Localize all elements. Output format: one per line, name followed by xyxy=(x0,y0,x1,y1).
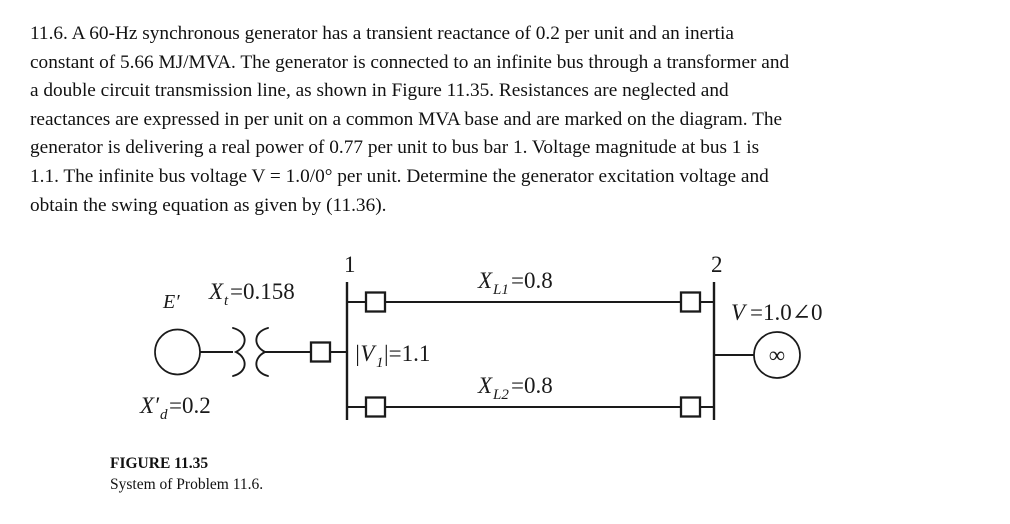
bus-1-number: 1 xyxy=(344,252,356,277)
circuit-breaker-line1-bus2[interactable] xyxy=(679,291,702,313)
label-generator-emf: E′ xyxy=(162,291,180,313)
problem-line: a double circuit transmission line, as s… xyxy=(30,80,729,102)
circuit-breaker-line2-bus1[interactable] xyxy=(364,396,387,418)
label-line2-reactance: X L2 =0.8 xyxy=(477,373,553,403)
infinity-glyph: ∞ xyxy=(769,343,785,368)
transformer-winding-left xyxy=(232,327,246,377)
problem-line: 11.6. A 60-Hz synchronous generator has … xyxy=(30,23,734,44)
label-transformer-reactance: X t =0.158 xyxy=(208,279,295,309)
problem-line: 1.1. The infinite bus voltage V = 1.0/0°… xyxy=(30,165,769,187)
one-line-diagram: ∞ E′ X t =0.158 X′ d =0.2 1 2 |V 1 |=1.1… xyxy=(0,236,1010,452)
label-generator-reactance: X′ d =0.2 xyxy=(139,393,211,423)
label-bus1-voltage: |V 1 |=1.1 xyxy=(354,341,430,371)
figure-caption: FIGURE 11.35 System of Problem 11.6. xyxy=(110,453,263,495)
label-infinite-bus-voltage-symbol: V xyxy=(731,300,748,325)
bus-2-number: 2 xyxy=(711,252,723,277)
label-infinite-bus-voltage: V =1.0∠0 xyxy=(731,300,823,325)
generator-symbol xyxy=(154,328,201,376)
label-generator-reactance-subscript: d xyxy=(160,407,168,423)
problem-line: constant of 5.66 MJ/MVA. The generator i… xyxy=(30,51,790,73)
label-bus1-voltage-subscript: 1 xyxy=(376,355,384,371)
label-bus1-voltage-symbol: |V xyxy=(354,341,377,366)
label-line2-reactance-subscript: L2 xyxy=(492,387,509,403)
label-line1-reactance-symbol: X xyxy=(477,268,493,293)
label-transformer-reactance-subscript: t xyxy=(224,293,229,309)
circuit-breaker-line1-bus1[interactable] xyxy=(364,291,387,313)
label-bus1-voltage-value: |=1.1 xyxy=(384,341,430,366)
label-transformer-reactance-value: =0.158 xyxy=(230,279,295,304)
label-line1-reactance-value: =0.8 xyxy=(511,268,553,293)
figure-caption-title: FIGURE 11.35 xyxy=(110,455,209,472)
label-generator-reactance-value: =0.2 xyxy=(169,393,211,418)
problem-statement: 11.6. A 60-Hz synchronous generator has … xyxy=(30,20,980,220)
label-generator-reactance-symbol: X′ xyxy=(139,393,160,418)
label-line2-reactance-value: =0.8 xyxy=(511,373,553,398)
label-infinite-bus-voltage-value: =1.0∠0 xyxy=(750,300,823,325)
problem-line: generator is delivering a real power of … xyxy=(30,137,760,159)
label-transformer-reactance-symbol: X xyxy=(208,279,224,304)
circuit-breaker-transformer[interactable] xyxy=(309,341,332,363)
label-line2-reactance-symbol: X xyxy=(477,373,493,398)
problem-line: obtain the swing equation as given by (1… xyxy=(30,194,387,216)
problem-line: reactances are expressed in per unit on … xyxy=(30,108,783,130)
label-line1-reactance-subscript: L1 xyxy=(492,282,509,298)
label-line1-reactance: X L1 =0.8 xyxy=(477,268,553,298)
figure-caption-subtitle: System of Problem 11.6. xyxy=(110,476,264,493)
circuit-breaker-line2-bus2[interactable] xyxy=(679,396,702,418)
